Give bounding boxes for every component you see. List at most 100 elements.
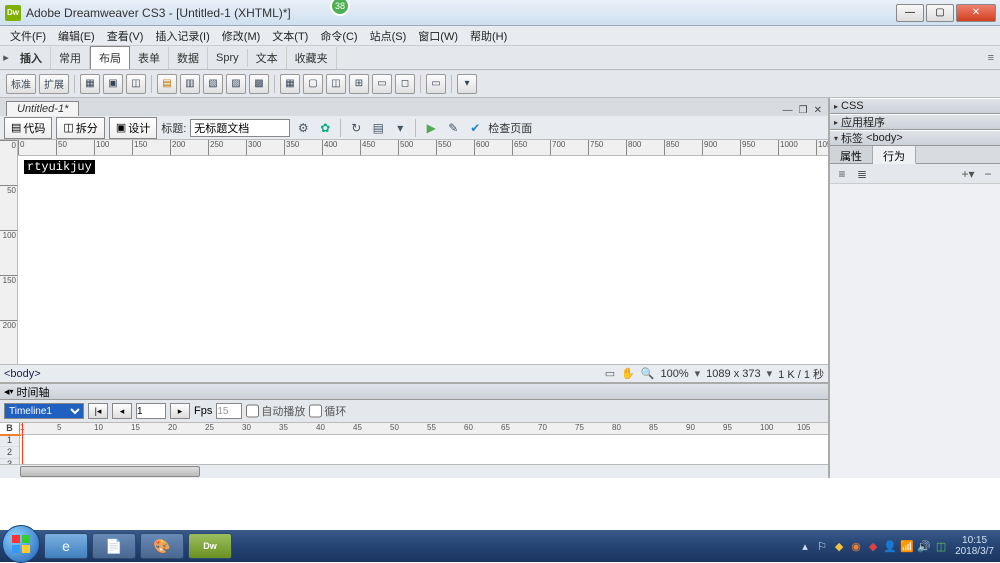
zoom-value[interactable]: 100%	[661, 368, 689, 380]
view-design-button[interactable]: ▣设计	[109, 117, 157, 139]
selected-text[interactable]: rtyuikjuy	[24, 160, 95, 174]
tray-app2-icon[interactable]: ◆	[866, 539, 880, 553]
remove-behavior-button[interactable]: −	[980, 166, 996, 182]
insertbar-tab-common[interactable]: 常用	[51, 47, 90, 69]
mode-standard-button[interactable]: 标准	[6, 74, 36, 94]
doc-minimize-button[interactable]: —	[783, 105, 793, 116]
visual-aids-icon[interactable]: ▶	[422, 119, 440, 137]
menu-insert[interactable]: 插入记录(I)	[149, 28, 215, 44]
doc-restore-button[interactable]: ❐	[799, 105, 808, 116]
frames-button[interactable]: ◫	[326, 74, 346, 94]
panel-expand-icon[interactable]: ▾	[10, 387, 14, 396]
close-button[interactable]: ✕	[956, 4, 996, 22]
insertbar-tab-spry[interactable]: Spry	[208, 49, 248, 67]
preview-icon[interactable]: ▾	[391, 119, 409, 137]
insertbar-menu-icon[interactable]: ≡	[988, 52, 994, 64]
tray-app1-icon[interactable]: ◉	[849, 539, 863, 553]
insert-col-left-button[interactable]: ▨	[226, 74, 246, 94]
more-button[interactable]: ▾	[457, 74, 477, 94]
tags-panel-header[interactable]: ▾标签 <body>	[830, 130, 1000, 146]
view-options-icon[interactable]: ✎	[444, 119, 462, 137]
menu-text[interactable]: 文本(T)	[266, 28, 314, 44]
file-mgmt-icon[interactable]: ▤	[369, 119, 387, 137]
view-code-button[interactable]: ▤代码	[4, 117, 52, 139]
frame-input[interactable]	[136, 403, 166, 419]
task-paint[interactable]: 🎨	[140, 533, 184, 559]
insert-col-right-button[interactable]: ▩	[249, 74, 269, 94]
minimize-button[interactable]: —	[896, 4, 924, 22]
insertbar-arrow-icon[interactable]: ▸	[0, 51, 12, 64]
browser-check-icon[interactable]: ⚙	[294, 119, 312, 137]
app-panel-header[interactable]: ▸应用程序	[830, 114, 1000, 130]
insertbar-tab-layout[interactable]: 布局	[90, 46, 130, 69]
rewind-button[interactable]: |◂	[88, 403, 108, 419]
insert-row-below-button[interactable]: ▧	[203, 74, 223, 94]
loop-checkbox[interactable]: 循环	[309, 403, 346, 419]
fps-input[interactable]	[216, 403, 242, 419]
insertbar-tab-fav[interactable]: 收藏夹	[287, 47, 337, 69]
insert-div-button[interactable]: ▦	[80, 74, 100, 94]
hand-tool-icon[interactable]: ✋	[621, 367, 635, 380]
check-page-icon[interactable]: ✔	[466, 119, 484, 137]
insertbar-tab-text[interactable]: 文本	[248, 47, 287, 69]
tab-behaviors[interactable]: 行为	[873, 146, 916, 164]
task-notepad[interactable]: 📄	[92, 533, 136, 559]
show-set-events-icon[interactable]: ≡	[834, 166, 850, 182]
insert-spry-button[interactable]: ◫	[126, 74, 146, 94]
autoplay-checkbox[interactable]: 自动播放	[246, 403, 305, 419]
timeline-grid[interactable]: B123 15101520253035404550556065707580859…	[0, 422, 828, 464]
add-behavior-button[interactable]: +▾	[960, 166, 976, 182]
menu-window[interactable]: 窗口(W)	[412, 28, 464, 44]
menu-site[interactable]: 站点(S)	[364, 28, 413, 44]
document-tab[interactable]: Untitled-1*	[6, 101, 79, 116]
tab-attributes[interactable]: 属性	[830, 146, 873, 163]
insert-row-above-button[interactable]: ▥	[180, 74, 200, 94]
start-button[interactable]	[2, 525, 40, 563]
tabbed-panels-button[interactable]: ▭	[426, 74, 446, 94]
tray-shield-icon[interactable]: ◆	[832, 539, 846, 553]
menu-file[interactable]: 文件(F)	[4, 28, 52, 44]
size-dropdown-icon[interactable]: ▾	[767, 367, 773, 380]
menu-commands[interactable]: 命令(C)	[314, 28, 363, 44]
insertbar-tab-forms[interactable]: 表单	[130, 47, 169, 69]
insert-table-button[interactable]: ▤	[157, 74, 177, 94]
layout-cell-button[interactable]: ▢	[303, 74, 323, 94]
prev-frame-button[interactable]: ◂	[112, 403, 132, 419]
timeline-header[interactable]: ◂ ▾ 时间轴	[0, 384, 828, 400]
menu-view[interactable]: 查看(V)	[101, 28, 150, 44]
view-split-button[interactable]: ◫拆分	[56, 117, 104, 139]
css-panel-header[interactable]: ▸CSS	[830, 98, 1000, 114]
validate-icon[interactable]: ✿	[316, 119, 334, 137]
scrollbar-thumb[interactable]	[20, 466, 200, 477]
noframes-button[interactable]: ◻	[395, 74, 415, 94]
window-size[interactable]: 1089 x 373	[706, 368, 760, 380]
timeline-scrollbar[interactable]	[0, 464, 828, 478]
playhead[interactable]	[22, 423, 23, 464]
show-all-events-icon[interactable]: ≣	[854, 166, 870, 182]
tag-selector[interactable]: <body>	[4, 368, 41, 380]
menu-edit[interactable]: 编辑(E)	[52, 28, 101, 44]
timeline-select[interactable]: Timeline1	[4, 403, 84, 419]
insert-apdiv-button[interactable]: ▣	[103, 74, 123, 94]
title-input[interactable]	[190, 119, 290, 137]
zoom-tool-icon[interactable]: 🔍	[641, 367, 655, 380]
tray-app4-icon[interactable]: ◫	[934, 539, 948, 553]
iframe-button[interactable]: ▭	[372, 74, 392, 94]
menu-help[interactable]: 帮助(H)	[464, 28, 513, 44]
insertbar-tab-data[interactable]: 数据	[169, 47, 208, 69]
refresh-icon[interactable]: ↻	[347, 119, 365, 137]
tray-volume-icon[interactable]: 🔊	[917, 539, 931, 553]
tray-app3-icon[interactable]: 👤	[883, 539, 897, 553]
behaviors-list[interactable]	[830, 184, 1000, 478]
mode-expanded-button[interactable]: 扩展	[39, 74, 69, 94]
tray-flag-icon[interactable]: ⚐	[815, 539, 829, 553]
layout-table-button[interactable]: ▦	[280, 74, 300, 94]
canvas[interactable]: rtyuikjuy	[18, 156, 828, 364]
clock[interactable]: 10:15 2018/3/7	[955, 535, 994, 557]
maximize-button[interactable]: ▢	[926, 4, 954, 22]
tray-arrow-icon[interactable]: ▴	[798, 539, 812, 553]
zoom-dropdown-icon[interactable]: ▾	[695, 367, 701, 380]
tray-network-icon[interactable]: 📶	[900, 539, 914, 553]
next-frame-button[interactable]: ▸	[170, 403, 190, 419]
frameset-button[interactable]: ⊞	[349, 74, 369, 94]
